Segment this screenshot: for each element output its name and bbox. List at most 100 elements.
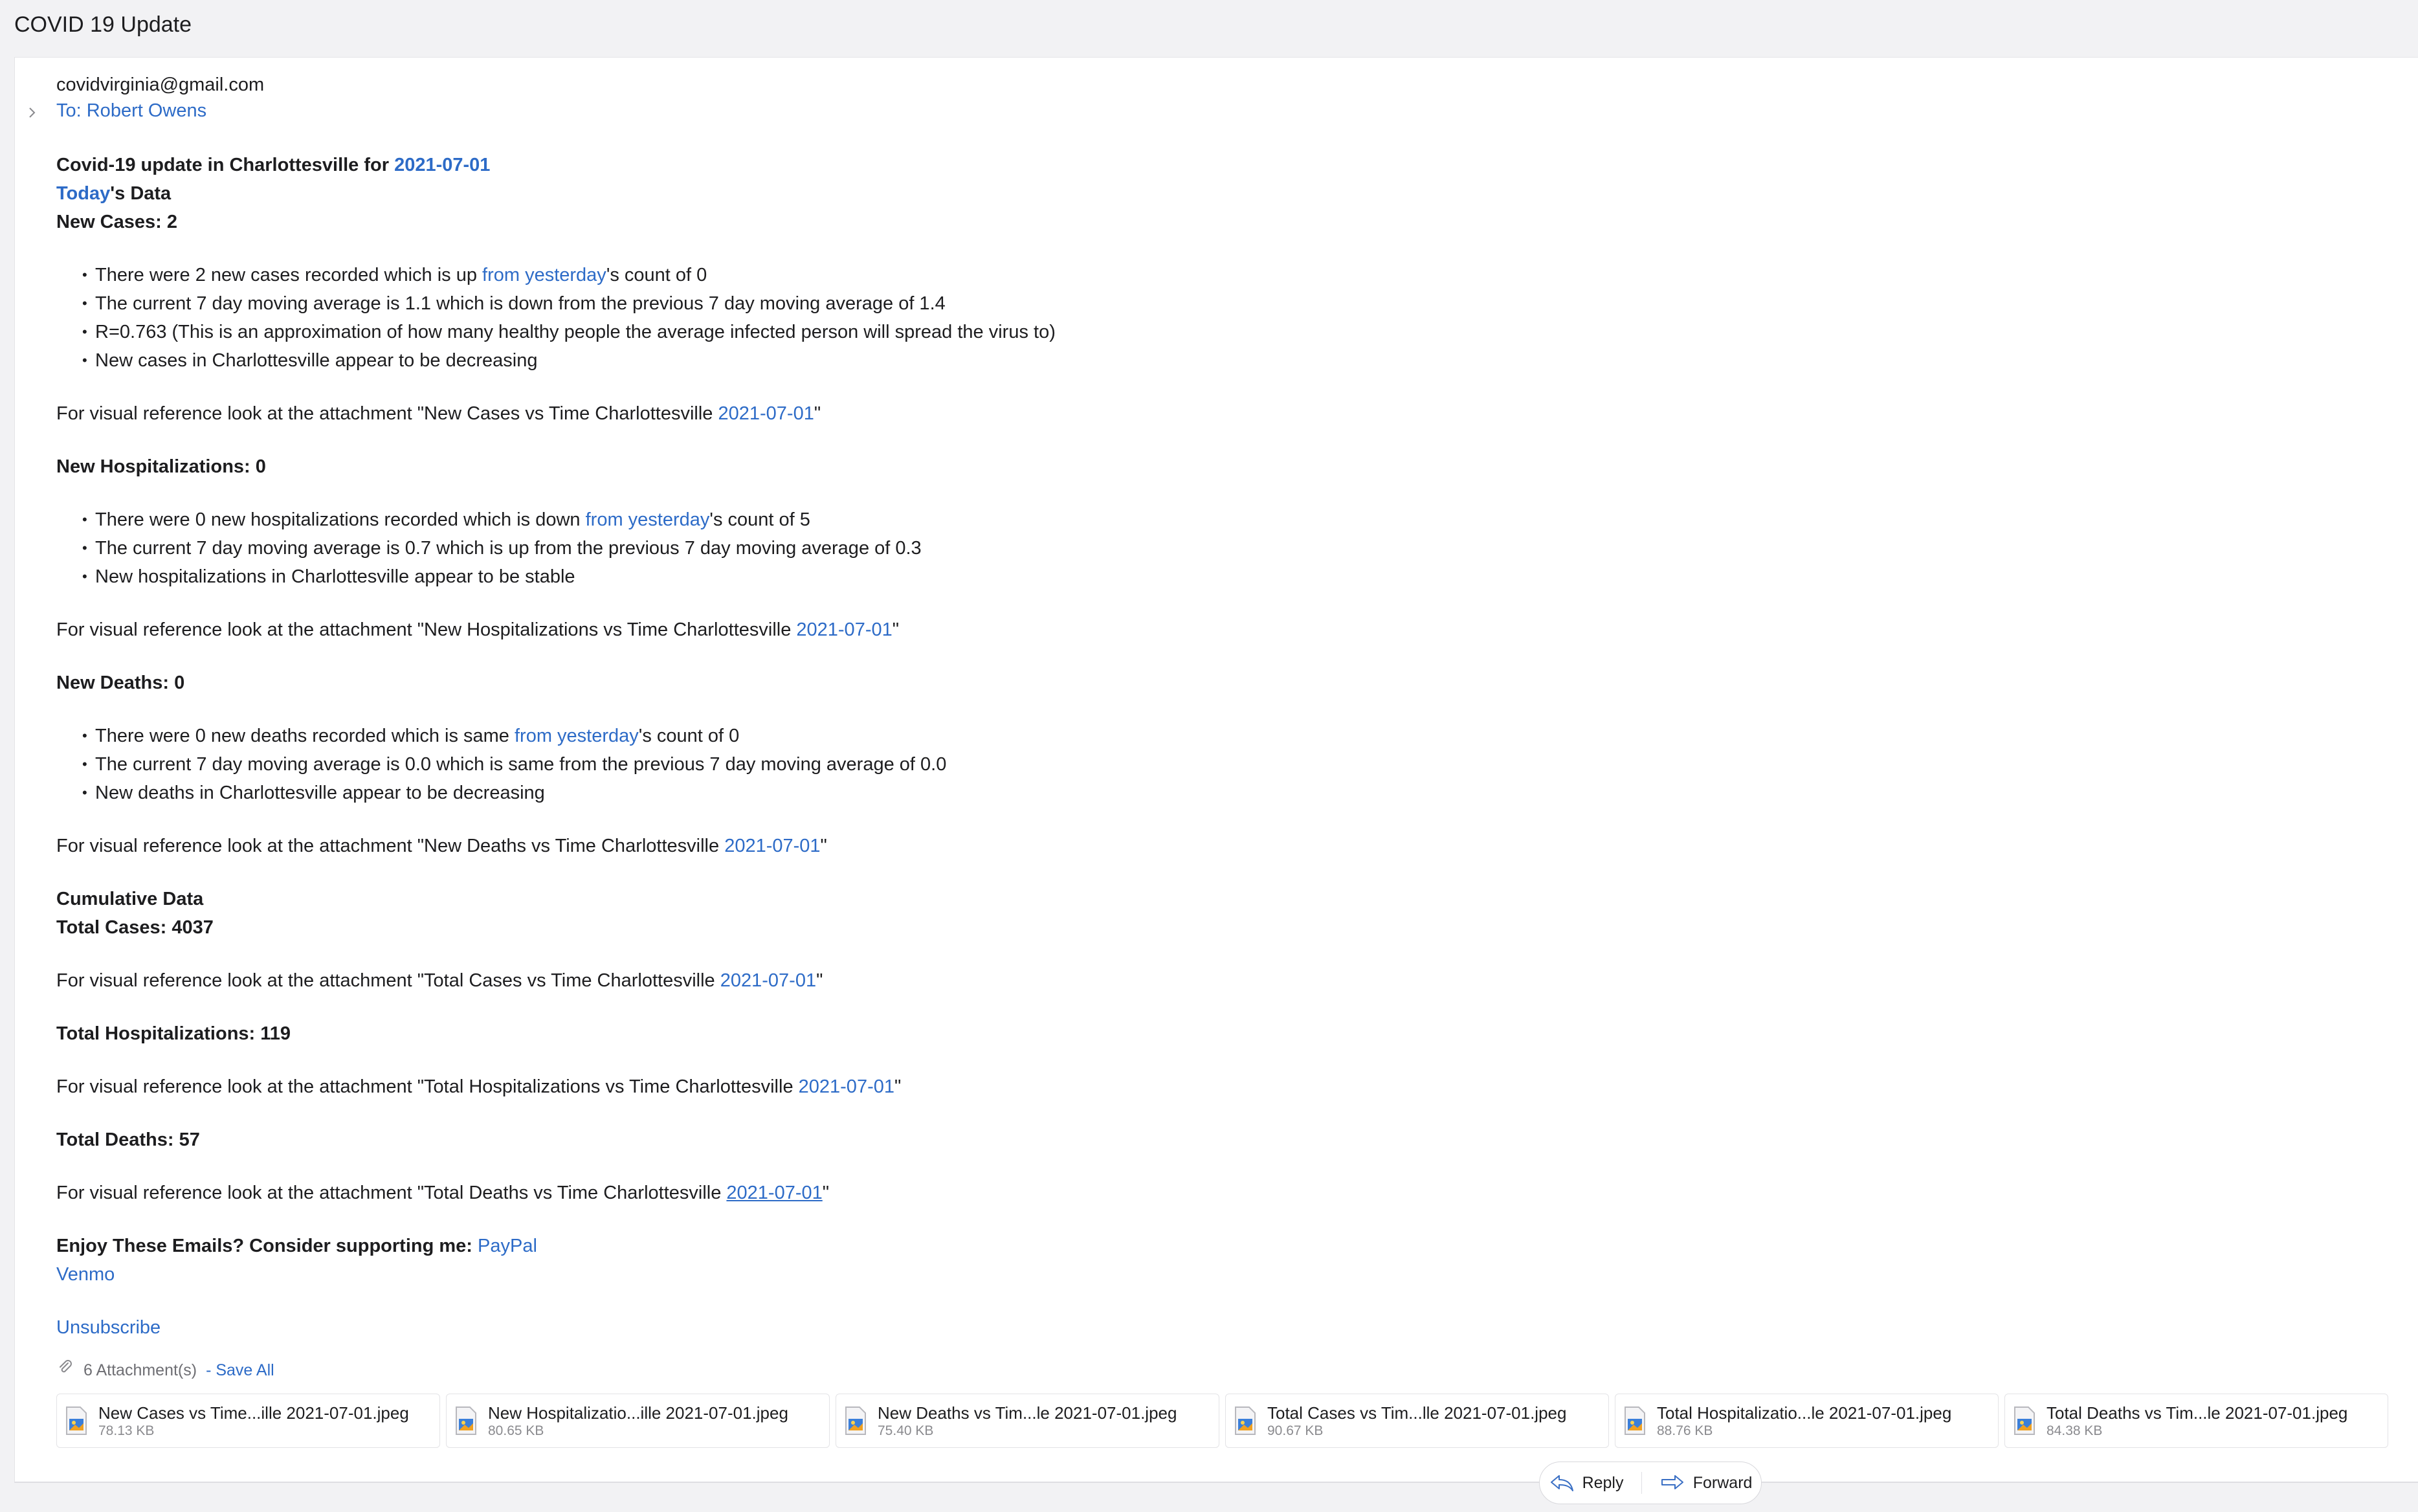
attachments-list: New Cases vs Time...ille 2021-07-01.jpeg… [56,1394,2393,1448]
reference-text: For visual reference look at the attachm… [56,1076,799,1097]
attachment-size: 75.40 KB [878,1423,934,1438]
date-link[interactable]: 2021-07-01 [718,403,814,424]
cumulative-data-heading: Cumulative Data [56,889,204,909]
new-hospitalizations-reference: For visual reference look at the attachm… [56,616,2379,644]
paypal-link[interactable]: PayPal [478,1236,537,1256]
new-hospitalizations-list: There were 0 new hospitalizations record… [56,506,2379,591]
sender-address: covidvirginia@gmail.com [56,74,265,95]
attachments-header: 6 Attachment(s) - Save All [56,1356,2379,1384]
list-item: New cases in Charlottesville appear to b… [82,346,2379,375]
from-yesterday-link[interactable]: from yesterday [515,726,639,746]
list-item: R=0.763 (This is an approximation of how… [82,318,2379,346]
todays-data-heading: Today's Data [56,179,2379,208]
new-deaths-list: There were 0 new deaths recorded which i… [56,722,2379,807]
bullet-text: 's count of 0 [638,726,740,746]
quote-close: " [816,970,823,991]
attachment-name: New Hospitalizatio...ille 2021-07-01.jpe… [488,1403,788,1423]
divider [1641,1472,1642,1494]
attachment-tile[interactable]: Total Deaths vs Tim...le 2021-07-01.jpeg… [2004,1394,2388,1448]
forward-button[interactable]: Forward [1659,1473,1753,1493]
quote-close: " [894,1076,902,1097]
reference-text: For visual reference look at the attachm… [56,403,718,424]
support-line: Enjoy These Emails? Consider supporting … [56,1232,2379,1260]
list-item: The current 7 day moving average is 1.1 … [82,289,2379,318]
attachment-tile[interactable]: Total Cases vs Tim...lle 2021-07-01.jpeg… [1225,1394,1609,1448]
date-link[interactable]: 2021-07-01 [394,155,490,175]
attachment-size: 80.65 KB [488,1423,544,1438]
total-deaths-heading: Total Deaths: 57 [56,1129,200,1150]
date-link[interactable]: 2021-07-01 [724,836,820,856]
list-item: There were 2 new cases recorded which is… [82,261,2379,289]
new-cases-heading: New Cases: 2 [56,212,177,232]
message-card: covidvirginia@gmail.com To: Robert Owens… [14,57,2418,1483]
bullet-text: 's count of 5 [709,509,810,530]
recipient-line[interactable]: To: Robert Owens [56,96,2379,125]
reply-label: Reply [1582,1473,1624,1492]
reply-button[interactable]: Reply [1549,1473,1624,1493]
date-link[interactable]: 2021-07-01 [720,970,816,991]
venmo-link[interactable]: Venmo [56,1260,2379,1289]
new-deaths-reference: For visual reference look at the attachm… [56,832,2379,860]
attachment-tile[interactable]: New Deaths vs Tim...le 2021-07-01.jpeg 7… [836,1394,1219,1448]
quote-close: " [822,1183,830,1203]
today-link[interactable]: Today [56,183,110,204]
bullet-text: There were 0 new hospitalizations record… [95,509,586,530]
unsubscribe-link[interactable]: Unsubscribe [56,1313,2379,1342]
message-action-bar: Reply Forward [1539,1462,1762,1504]
jpeg-file-icon [1234,1406,1257,1436]
total-cases-reference: For visual reference look at the attachm… [56,966,2379,995]
headline: Covid-19 update in Charlottesville for 2… [56,151,2379,179]
headline-text: Covid-19 update in Charlottesville for [56,155,395,175]
list-item: There were 0 new deaths recorded which i… [82,722,2379,750]
message-content: covidvirginia@gmail.com To: Robert Owens… [56,71,2388,1448]
attachment-tile[interactable]: New Cases vs Time...ille 2021-07-01.jpeg… [56,1394,440,1448]
total-deaths-reference: For visual reference look at the attachm… [56,1179,2379,1207]
attachment-name: Total Hospitalizatio...le 2021-07-01.jpe… [1657,1403,1952,1423]
from-yesterday-link[interactable]: from yesterday [482,265,606,285]
attachment-name: Total Cases vs Tim...lle 2021-07-01.jpeg [1267,1403,1567,1423]
forward-label: Forward [1692,1473,1753,1492]
total-hospitalizations-heading: Total Hospitalizations: 119 [56,1023,291,1044]
list-item: The current 7 day moving average is 0.0 … [82,750,2379,779]
reference-text: For visual reference look at the attachm… [56,836,725,856]
todays-data-suffix: 's Data [110,183,172,204]
attachment-tile[interactable]: New Hospitalizatio...ille 2021-07-01.jpe… [446,1394,830,1448]
save-all-link[interactable]: - Save All [206,1359,274,1382]
paperclip-icon [56,1358,74,1383]
bullet-text: 's count of 0 [606,265,707,285]
total-hospitalizations-reference: For visual reference look at the attachm… [56,1073,2379,1101]
reply-icon [1549,1473,1575,1493]
attachment-tile[interactable]: Total Hospitalizatio...le 2021-07-01.jpe… [1615,1394,1999,1448]
bullet-text: There were 2 new cases recorded which is… [95,265,483,285]
forward-icon [1659,1473,1685,1493]
quote-close: " [814,403,821,424]
bullet-text: There were 0 new deaths recorded which i… [95,726,515,746]
date-link[interactable]: 2021-07-01 [796,619,892,640]
support-text: Enjoy These Emails? Consider supporting … [56,1236,478,1256]
new-deaths-heading: New Deaths: 0 [56,673,185,693]
jpeg-file-icon [844,1406,867,1436]
reference-text: For visual reference look at the attachm… [56,970,720,991]
chevron-right-icon[interactable] [28,99,37,128]
quote-close: " [820,836,827,856]
date-link[interactable]: 2021-07-01 [799,1076,894,1097]
date-link[interactable]: 2021-07-01 [726,1183,822,1203]
jpeg-file-icon [65,1406,88,1436]
attachment-size: 90.67 KB [1267,1423,1324,1438]
list-item: New hospitalizations in Charlottesville … [82,562,2379,591]
total-cases-heading: Total Cases: 4037 [56,917,214,938]
reference-text: For visual reference look at the attachm… [56,619,797,640]
attachment-name: Total Deaths vs Tim...le 2021-07-01.jpeg [2046,1403,2348,1423]
email-subject: COVID 19 Update [14,12,192,37]
new-cases-list: There were 2 new cases recorded which is… [56,261,2379,375]
new-hospitalizations-heading: New Hospitalizations: 0 [56,456,266,477]
attachment-name: New Deaths vs Tim...le 2021-07-01.jpeg [878,1403,1177,1423]
reference-text: For visual reference look at the attachm… [56,1183,727,1203]
new-cases-reference: For visual reference look at the attachm… [56,399,2379,428]
list-item: The current 7 day moving average is 0.7 … [82,534,2379,562]
attachment-size: 78.13 KB [98,1423,155,1438]
jpeg-file-icon [2013,1406,2036,1436]
from-yesterday-link[interactable]: from yesterday [586,509,710,530]
jpeg-file-icon [454,1406,478,1436]
attachment-name: New Cases vs Time...ille 2021-07-01.jpeg [98,1403,409,1423]
